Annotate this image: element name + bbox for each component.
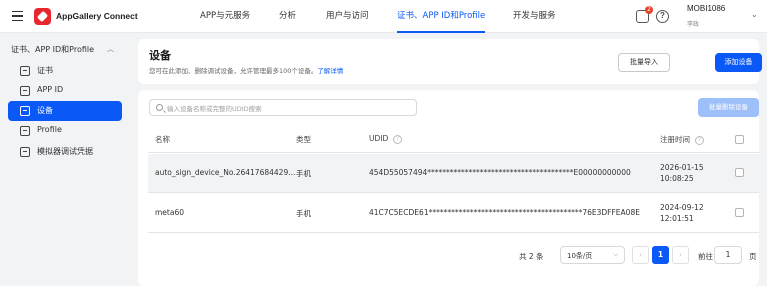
- column-header-time: 注册时间?: [660, 134, 704, 145]
- menu-icon[interactable]: [12, 11, 23, 22]
- goto-page-suffix: 页: [749, 252, 757, 261]
- device-icon: [20, 106, 30, 116]
- user-role: 李政: [687, 21, 700, 28]
- main-content: 设备 您可在此添加、删除调试设备，允许管理最多100个设备。了解详情 批量导入 …: [130, 33, 767, 286]
- add-device-button[interactable]: 添加设备: [715, 53, 762, 72]
- device-name: meta60: [155, 208, 185, 217]
- emulator-icon: [20, 147, 30, 157]
- search-placeholder: 输入设备名称或完整的UDID搜索: [167, 105, 262, 113]
- goto-label: 前往: [698, 252, 713, 261]
- table-row[interactable]: meta60 手机 41C7C5ECDE61******************…: [148, 193, 759, 231]
- sidebar: 证书、APP ID和Profile ︿ 证书 APP ID 设备 Profile…: [0, 33, 130, 286]
- nav-users-access[interactable]: 用户与访问: [326, 0, 369, 33]
- batch-delete-button[interactable]: 批量删除设备: [698, 98, 759, 117]
- column-header-type: 类型: [296, 135, 311, 144]
- device-name: auto_sign_device_No.26417684429...: [155, 168, 296, 177]
- help-icon[interactable]: ?: [393, 134, 403, 144]
- pager-total: 共 2 条: [519, 252, 544, 261]
- sidebar-item-label: 设备: [37, 106, 53, 115]
- nav-analytics[interactable]: 分析: [279, 0, 296, 33]
- nav-certificates[interactable]: 证书、APP ID和Profile: [397, 0, 486, 33]
- device-type: 手机: [296, 169, 311, 178]
- page-description: 您可在此添加、删除调试设备，允许管理最多100个设备。了解详情: [149, 65, 343, 75]
- column-header-name: 名称: [155, 135, 170, 144]
- column-header-udid: UDID?: [369, 134, 403, 144]
- device-udid: 454D55057494****************************…: [369, 168, 631, 177]
- learn-more-link[interactable]: 了解详情: [317, 67, 343, 75]
- page-size-value: 10条/页: [567, 252, 593, 260]
- sidebar-group-title[interactable]: 证书、APP ID和Profile: [11, 44, 94, 55]
- search-icon: [156, 104, 163, 111]
- row-checkbox[interactable]: [735, 168, 744, 177]
- chevron-up-icon[interactable]: ︿: [107, 44, 114, 54]
- notification-badge: 2: [645, 6, 653, 14]
- row-divider: [148, 232, 759, 233]
- sidebar-item-label: 证书: [37, 66, 53, 75]
- sidebar-item-label: 模拟器调试凭据: [37, 147, 93, 156]
- chevron-down-icon: ⌵: [613, 251, 618, 258]
- sidebar-item-profile[interactable]: Profile: [8, 121, 122, 141]
- device-type: 手机: [296, 209, 311, 218]
- sidebar-item-label: Profile: [37, 125, 62, 134]
- appgallery-logo-icon: [34, 8, 51, 25]
- column-header-udid-label: UDID: [369, 134, 389, 143]
- page-size-select[interactable]: 10条/页 ⌵: [560, 246, 625, 264]
- register-clock: 12:01:51: [660, 214, 694, 223]
- top-bar: AppGallery Connect APP与元服务 分析 用户与访问 证书、A…: [0, 0, 767, 33]
- register-date: 2026-01-15: [660, 163, 704, 172]
- next-page-button[interactable]: ›: [672, 246, 689, 264]
- device-udid: 41C7C5ECDE61****************************…: [369, 208, 640, 217]
- nav-app-services[interactable]: APP与元服务: [200, 0, 250, 33]
- header-divider: [148, 152, 759, 153]
- page-1-button[interactable]: 1: [652, 246, 669, 264]
- app-id-icon: [20, 86, 30, 96]
- sidebar-item-emulator-credentials[interactable]: 模拟器调试凭据: [8, 142, 122, 162]
- notification-icon[interactable]: 2: [636, 6, 653, 23]
- user-name[interactable]: MOBI1086: [687, 4, 725, 13]
- help-icon[interactable]: ?: [695, 135, 704, 145]
- certificate-icon: [20, 66, 30, 76]
- sidebar-item-app-id[interactable]: APP ID: [8, 81, 122, 101]
- row-checkbox[interactable]: [735, 208, 744, 217]
- help-icon[interactable]: ?: [656, 10, 669, 23]
- batch-import-button[interactable]: 批量导入: [618, 53, 670, 72]
- register-time: 2026-01-15 10:08:25: [660, 162, 704, 184]
- sidebar-item-certificates[interactable]: 证书: [8, 61, 122, 81]
- description-text: 您可在此添加、删除调试设备，允许管理最多100个设备。: [149, 67, 318, 75]
- sidebar-item-devices[interactable]: 设备: [8, 101, 122, 121]
- register-time: 2024-09-12 12:01:51: [660, 202, 704, 224]
- chevron-down-icon[interactable]: ⌄: [751, 10, 758, 19]
- page-title: 设备: [149, 49, 171, 62]
- sidebar-item-label: APP ID: [37, 85, 64, 94]
- devices-table-card: 输入设备名称或完整的UDID搜索 批量删除设备 名称 类型 UDID? 注册时间…: [138, 90, 759, 286]
- goto-page-input[interactable]: 1: [714, 246, 742, 264]
- page-header: 设备 您可在此添加、删除调试设备，允许管理最多100个设备。了解详情 批量导入 …: [138, 39, 762, 84]
- register-clock: 10:08:25: [660, 174, 694, 183]
- nav-dev-services[interactable]: 开发与服务: [513, 0, 556, 33]
- table-row[interactable]: auto_sign_device_No.26417684429... 手机 45…: [148, 154, 759, 192]
- profile-icon: [20, 126, 30, 136]
- search-input[interactable]: 输入设备名称或完整的UDID搜索: [149, 99, 417, 116]
- column-header-time-label: 注册时间: [660, 135, 690, 144]
- brand-name: AppGallery Connect: [56, 11, 138, 21]
- prev-page-button[interactable]: ‹: [632, 246, 649, 264]
- select-all-checkbox[interactable]: [735, 135, 744, 144]
- register-date: 2024-09-12: [660, 203, 704, 212]
